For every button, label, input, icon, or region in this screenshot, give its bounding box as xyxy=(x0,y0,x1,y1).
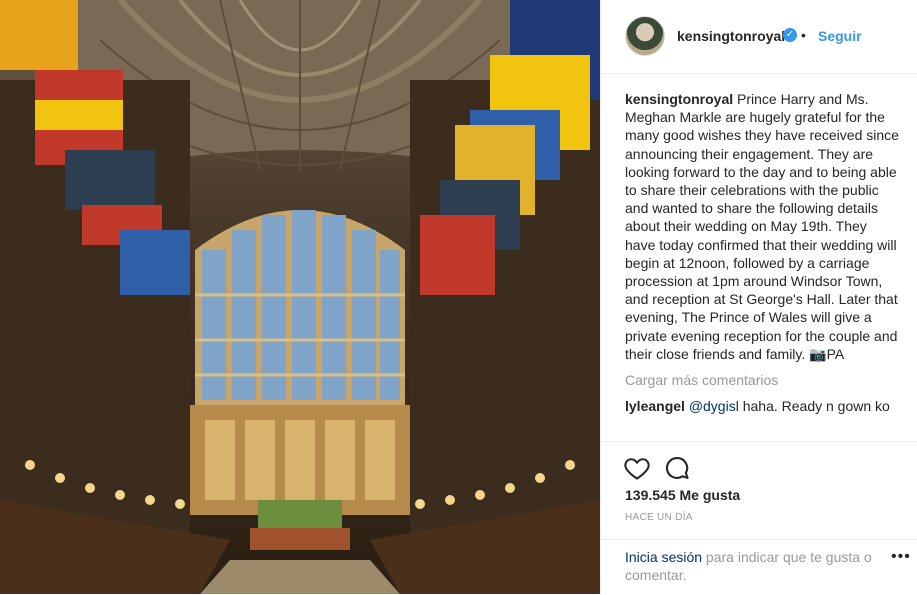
comment-username[interactable]: lyleangel xyxy=(625,398,685,414)
follow-button[interactable]: Seguir xyxy=(818,28,862,44)
login-prompt: Inicia sesión para indicar que te gusta … xyxy=(601,539,917,595)
comment-bubble-icon[interactable] xyxy=(663,454,691,482)
header-username[interactable]: kensingtonroyal xyxy=(677,28,785,44)
caption-text: Prince Harry and Ms. Meghan Markle are h… xyxy=(625,91,899,362)
post-timestamp: HACE UN DÍA xyxy=(625,512,693,523)
more-options-button[interactable]: ••• xyxy=(891,548,911,566)
login-link[interactable]: Inicia sesión xyxy=(625,549,702,565)
post-actions: 139.545 Me gusta HACE UN DÍA Inicia sesi… xyxy=(601,441,917,594)
comment-text: haha. Ready n gown ko xyxy=(738,398,890,415)
heart-icon[interactable] xyxy=(623,454,651,482)
post-photo[interactable] xyxy=(0,0,600,594)
header-separator: • xyxy=(801,27,806,43)
verified-badge-icon: ✓ xyxy=(783,28,797,42)
login-text: Inicia sesión para indicar que te gusta … xyxy=(625,548,885,584)
comments-list: kensingtonroyal Prince Harry and Ms. Meg… xyxy=(625,90,901,415)
caption: kensingtonroyal Prince Harry and Ms. Meg… xyxy=(625,90,901,363)
avatar[interactable] xyxy=(625,16,665,56)
likes-count[interactable]: 139.545 Me gusta xyxy=(625,487,740,503)
post-header: kensingtonroyal ✓ • Seguir xyxy=(601,0,917,74)
comment-mention[interactable]: @dygisl xyxy=(689,398,739,414)
comment-item: lyleangel @dygisl haha. Ready n gown ko xyxy=(625,397,901,415)
load-more-comments-button[interactable]: Cargar más comentarios xyxy=(625,371,901,389)
chapel-photo-illustration xyxy=(0,0,600,594)
caption-username[interactable]: kensingtonroyal xyxy=(625,91,733,107)
post-side-panel: kensingtonroyal ✓ • Seguir kensingtonroy… xyxy=(600,0,917,594)
